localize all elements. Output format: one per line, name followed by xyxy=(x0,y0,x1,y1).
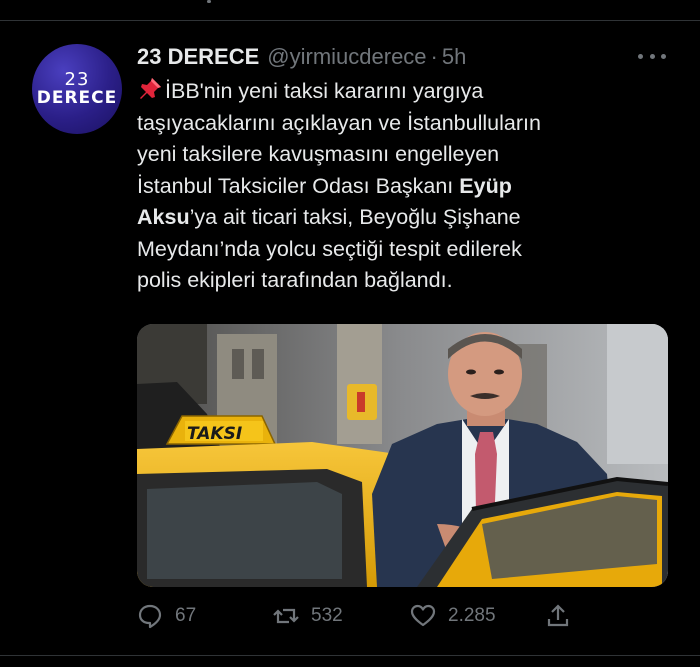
author-handle[interactable]: @yirmiucderece xyxy=(267,44,426,70)
top-divider xyxy=(0,20,700,21)
tweet-text-line-4: İstanbul Taksiciler Odası Başkanı xyxy=(137,173,460,198)
more-dot-icon xyxy=(649,53,655,59)
tweet-text-line-7: polis ekipleri tarafından bağlandı. xyxy=(137,268,453,292)
tweet-actions: 67 532 2.285 xyxy=(0,601,700,631)
like-button[interactable]: 2.285 xyxy=(410,601,496,631)
retweet-count: 532 xyxy=(311,605,343,626)
avatar[interactable]: 23 DERECE xyxy=(32,44,122,134)
more-options-button[interactable] xyxy=(638,44,666,68)
more-dot-icon xyxy=(661,53,666,59)
tweet-text-line: İstanbul Taksiciler Odası Başkanı Eyüp xyxy=(137,171,677,203)
avatar-word: DERECE xyxy=(36,87,118,108)
tweet-text-line: İBB'nin yeni taksi kararını yargıya xyxy=(137,76,677,108)
taxi-photo-illustration: TAKSI xyxy=(137,324,668,587)
bold-name-first: Eyüp xyxy=(459,173,512,198)
tweet-text-line-2: taşıyacaklarını açıklayan ve İstanbullul… xyxy=(137,110,541,135)
like-count: 2.285 xyxy=(448,605,496,626)
tweet-photo[interactable]: TAKSI xyxy=(137,324,668,587)
reply-count: 67 xyxy=(175,605,197,626)
taxi-sign-label: TAKSI xyxy=(187,424,242,444)
header-separator: · xyxy=(430,44,438,69)
bold-name-last: Aksu xyxy=(137,205,190,229)
tweet-text-line-1: İBB'nin yeni taksi kararını yargıya xyxy=(165,79,484,103)
more-dot-icon xyxy=(638,53,643,59)
tweet-text: İBB'nin yeni taksi kararını yargıya taşı… xyxy=(137,76,677,297)
share-icon xyxy=(547,604,569,627)
reply-button[interactable]: 67 xyxy=(137,601,196,631)
top-indicator-dot xyxy=(207,0,211,3)
author-name[interactable]: 23 DERECE xyxy=(137,44,259,70)
tweet-text-line-6: Meydanı’nda yolcu seçtiği tespit edilere… xyxy=(137,236,522,261)
bottom-divider xyxy=(0,655,700,656)
avatar-number: 23 xyxy=(64,68,90,90)
tweet-timestamp[interactable]: 5h xyxy=(442,44,466,70)
retweet-icon xyxy=(273,608,299,624)
retweet-button[interactable]: 532 xyxy=(273,601,343,631)
tweet-text-line-5: ’ya ait ticari taksi, Beyoğlu Şişhane xyxy=(189,205,521,229)
tweet-text-line: Aksu’ya ait ticari taksi, Beyoğlu Şişhan… xyxy=(137,202,677,234)
tweet-header: 23 DERECE @yirmiucderece · 5h xyxy=(137,42,466,72)
tweet-text-line-3: yeni taksilere kavuşmasını engelleyen xyxy=(137,142,500,166)
share-button[interactable] xyxy=(545,601,583,631)
heart-icon xyxy=(410,604,436,627)
pushpin-icon xyxy=(140,78,161,99)
reply-icon xyxy=(138,604,162,629)
